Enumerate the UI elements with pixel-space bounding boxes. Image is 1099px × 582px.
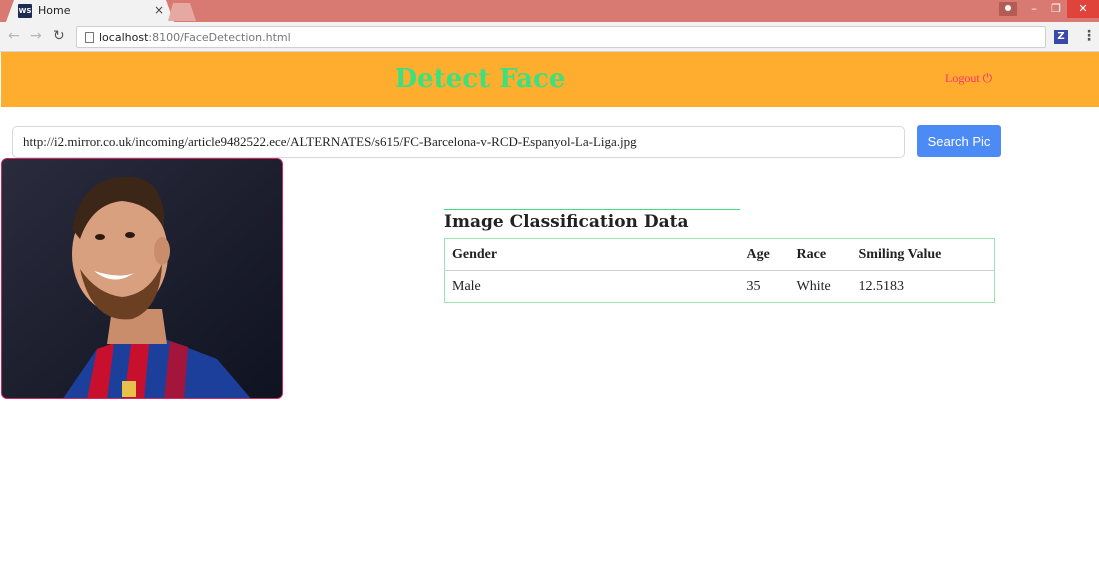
close-window-button[interactable]: ✕ (1067, 0, 1099, 18)
app-header: Detect Face Logout ⏻ (1, 52, 1099, 107)
search-pic-button[interactable]: Search Pic (917, 125, 1001, 157)
cell-gender: Male (452, 278, 481, 294)
page-icon (85, 32, 94, 43)
address-bar[interactable]: localhost:8100/FaceDetection.html (76, 26, 1046, 48)
tab-title: Home (38, 4, 71, 17)
logout-button[interactable]: Logout ⏻ (945, 71, 992, 86)
cell-age: 35 (746, 278, 761, 294)
column-header-smiling-value: Smiling Value (851, 238, 995, 271)
column-header-race: Race (789, 238, 852, 271)
column-header-age: Age (739, 238, 790, 271)
detected-face-image (1, 158, 283, 399)
menu-dots-icon[interactable]: ⋮ (1082, 28, 1096, 44)
cell-race: White (796, 278, 831, 294)
window-controls: – ❐ ✕ (999, 0, 1099, 18)
image-url-input[interactable] (12, 126, 905, 158)
table-header-row: Gender Age Race Smiling Value (444, 238, 995, 271)
results-title: Image Classification Data (444, 209, 740, 232)
classification-table: Gender Age Race Smiling Value Male 35 Wh… (444, 238, 995, 303)
cell-smiling-value: 12.5183 (858, 278, 905, 294)
tab-close-icon[interactable]: × (154, 3, 164, 17)
restore-button[interactable]: ❐ (1045, 0, 1067, 18)
profile-icon[interactable] (999, 2, 1017, 16)
table-row: Male 35 White 12.5183 (445, 271, 995, 303)
page-title: Detect Face (394, 64, 566, 94)
browser-toolbar: ← → ↻ localhost:8100/FaceDetection.html … (0, 22, 1099, 52)
url-host: localhost (99, 31, 149, 44)
minimize-button[interactable]: – (1023, 0, 1045, 18)
new-tab-button[interactable] (168, 3, 196, 21)
player-photo-illustration (2, 159, 282, 398)
url-path: :8100/FaceDetection.html (148, 31, 291, 44)
webstorm-icon: WS (18, 4, 32, 18)
forward-arrow-icon[interactable]: → (30, 28, 42, 44)
browser-tab-home[interactable]: WS Home × (6, 0, 174, 22)
extension-icon[interactable]: Z (1054, 30, 1068, 44)
url-text: localhost:8100/FaceDetection.html (99, 31, 291, 44)
back-arrow-icon[interactable]: ← (8, 28, 20, 44)
reload-icon[interactable]: ↻ (53, 28, 65, 44)
browser-titlebar: WS Home × – ❐ ✕ (0, 0, 1099, 22)
column-header-gender: Gender (444, 238, 740, 271)
